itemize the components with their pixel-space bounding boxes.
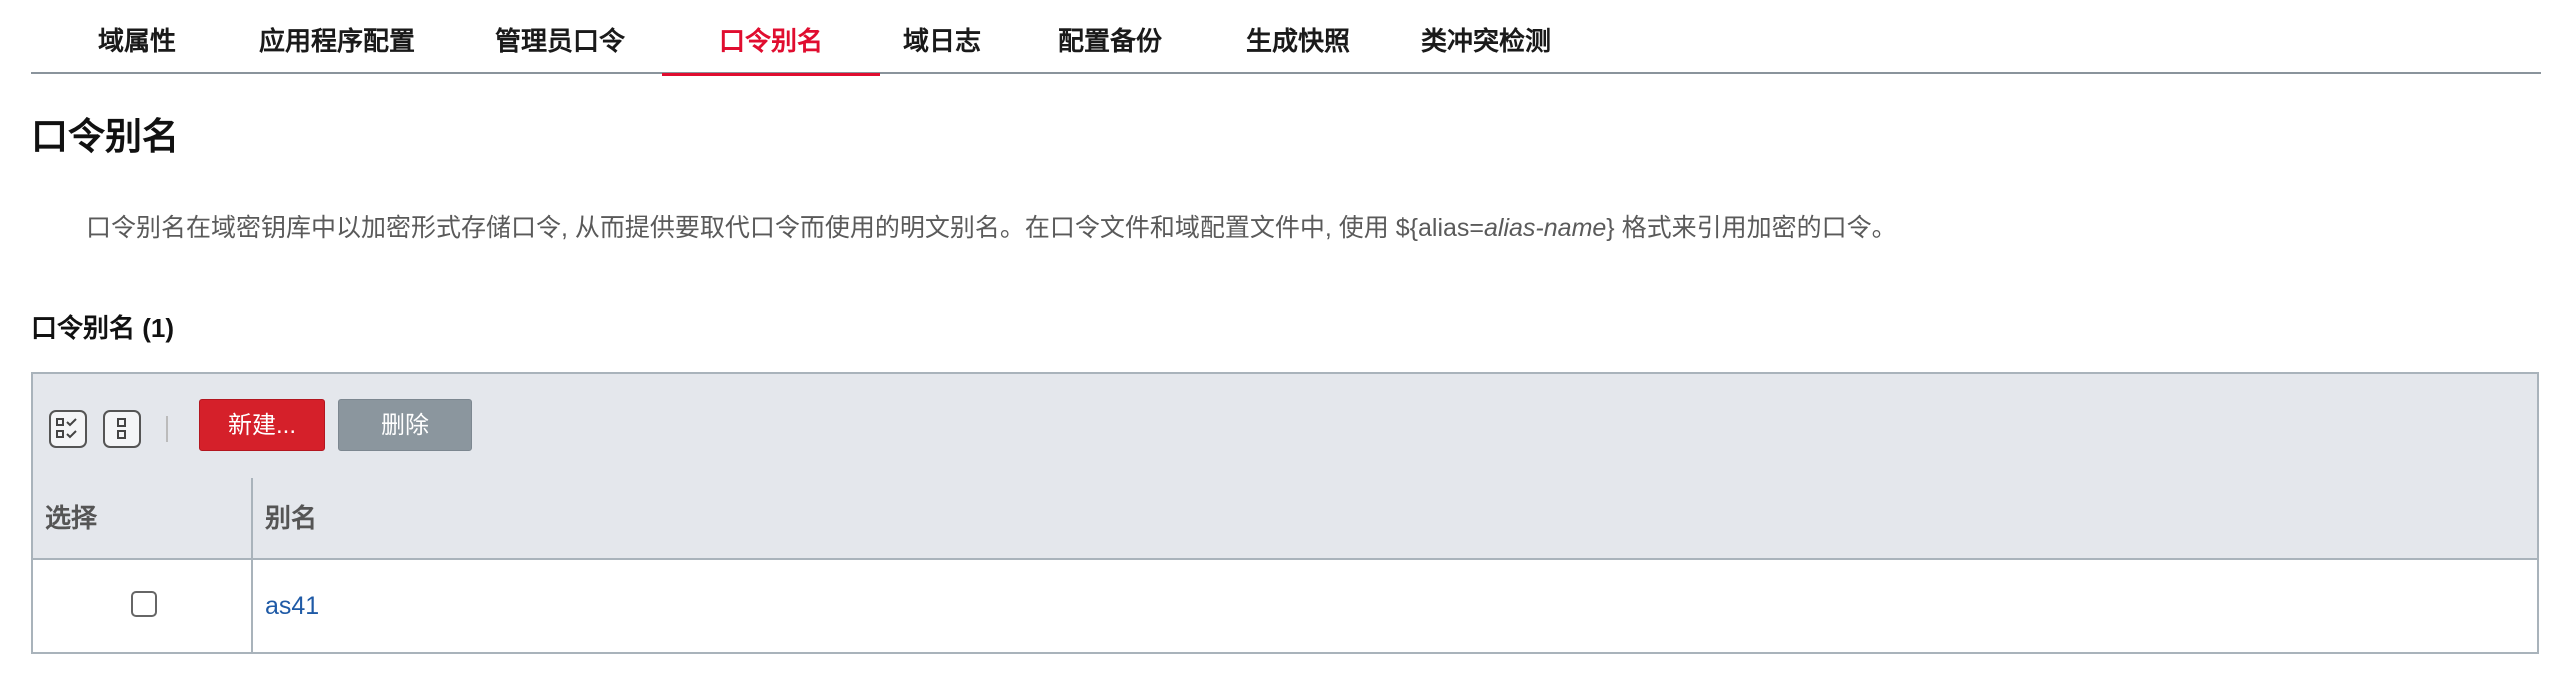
page-title: 口令别名: [31, 116, 179, 157]
delete-button[interactable]: 删除: [338, 399, 472, 451]
new-button[interactable]: 新建...: [199, 399, 325, 451]
column-header-select[interactable]: 选择: [45, 478, 97, 558]
toolbar-divider: [166, 416, 168, 442]
tab-domain-logs[interactable]: 域日志: [882, 0, 1002, 74]
section-title: 口令别名 (1): [31, 313, 175, 343]
tab-config-backup[interactable]: 配置备份: [1045, 0, 1175, 74]
tab-domain-properties[interactable]: 域属性: [87, 0, 187, 74]
description-prefix: 口令别名在域密钥库中以加密形式存储口令, 从而提供要取代口令而使用的明文别名。在…: [86, 214, 1485, 242]
tab-class-conflict[interactable]: 类冲突检测: [1406, 0, 1566, 74]
select-all-icon[interactable]: [49, 410, 87, 448]
tab-generate-snapshot[interactable]: 生成快照: [1233, 0, 1363, 74]
tab-app-config[interactable]: 应用程序配置: [242, 0, 432, 74]
table-toolbar: 新建... 删除: [33, 374, 2537, 480]
table-header: 选择 别名: [33, 478, 2537, 560]
tab-bar: 域属性 应用程序配置 管理员口令 口令别名 域日志 配置备份 生成快照 类冲突检…: [31, 0, 2541, 76]
alias-table: 新建... 删除 选择 别名 as41: [31, 372, 2539, 654]
alias-link[interactable]: as41: [265, 560, 319, 652]
tab-admin-password[interactable]: 管理员口令: [480, 0, 640, 74]
description-suffix: } 格式来引用加密的口令。: [1606, 214, 1897, 242]
page-description: 口令别名在域密钥库中以加密形式存储口令, 从而提供要取代口令而使用的明文别名。在…: [86, 208, 1897, 244]
description-italic: alias-name: [1484, 214, 1607, 242]
tab-password-aliases[interactable]: 口令别名: [662, 0, 880, 76]
deselect-all-icon[interactable]: [103, 410, 141, 448]
table-row: as41: [33, 560, 2537, 652]
column-header-alias[interactable]: 别名: [265, 478, 317, 558]
row-checkbox[interactable]: [131, 591, 157, 617]
